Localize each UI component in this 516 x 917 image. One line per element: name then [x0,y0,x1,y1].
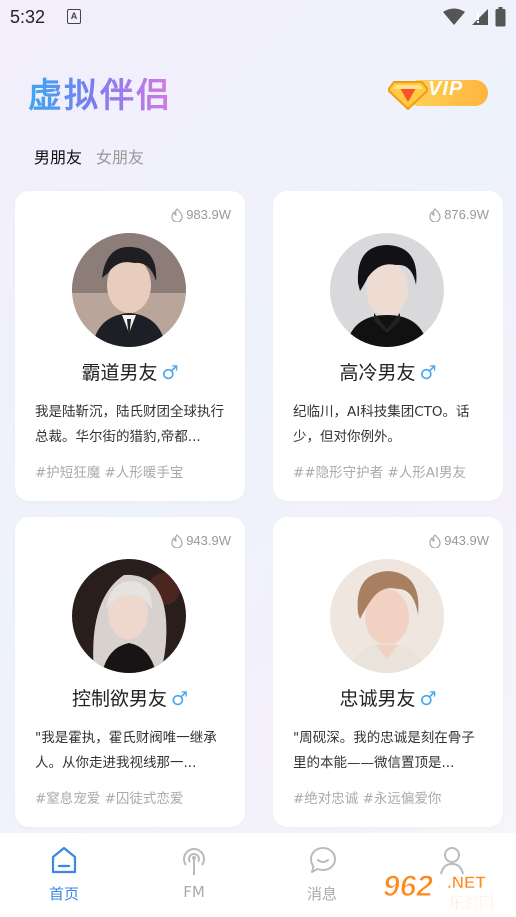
watermark-number: 962 [383,870,433,903]
tab-girlfriend[interactable]: 女朋友 [96,144,144,168]
tab-boyfriend[interactable]: 男朋友 [34,144,82,168]
battery-icon [495,7,506,27]
character-description: 纪临川，AI科技集团CTO。话少，但对你例外。 [293,404,470,445]
app-header: 虚拟伴侣 VIP [0,62,516,122]
avatar [330,233,444,347]
male-icon: ♂ [170,688,189,710]
message-icon [310,847,336,873]
character-tags: #绝对忠诚 #永远偏爱你 [293,791,442,807]
male-icon: ♂ [419,688,437,710]
male-icon: ♂ [161,362,179,384]
avatar [72,559,186,673]
character-tags: ##隐形守护者 #人形AI男友 [293,465,466,481]
flame-icon [171,207,183,222]
popularity-count: 943.9W [444,533,489,548]
site-watermark: 962 .NET 乐游网 [377,866,512,913]
vip-label: VIP [428,78,464,100]
notification-icon: A [67,9,81,24]
status-bar: 5:32 A [0,0,516,36]
app-logo: 虚拟伴侣 [28,68,172,117]
character-name: 控制欲男友 ♂ [71,688,189,710]
nav-messages-label: 消息 [306,885,337,903]
flame-icon [171,533,183,548]
signal-icon [472,9,488,25]
watermark-domain: .NET [447,873,486,892]
wifi-icon [443,8,465,25]
popularity-count: 943.9W [186,533,231,548]
nav-fm-label: FM [183,883,205,901]
avatar [330,559,444,673]
flame-icon [429,207,441,222]
character-name: 忠诚男友 ♂ [339,688,437,710]
status-icons [443,7,506,27]
flame-icon [429,533,441,548]
character-name: 高冷男友 ♂ [339,362,437,384]
nav-home-label: 首页 [48,885,79,903]
character-tags: #护短狂魔 #人形暖手宝 [35,465,184,481]
popularity: 983.9W [171,207,231,222]
character-card[interactable]: 943.9W 控制欲男友 ♂ "我是霍执，霍氏财阀唯一继承人。从你走进我视线那一.… [15,517,245,827]
avatar [72,233,186,347]
popularity-count: 983.9W [186,207,231,222]
popularity: 876.9W [429,207,489,222]
character-description: 我是陆靳沉，陆氏财团全球执行总裁。华尔街的猎豹,帝都... [35,404,224,445]
character-card[interactable]: 983.9W 霸道男友 ♂ 我是陆靳沉，陆氏财团全球执行总裁。华尔街的猎豹,帝都.… [15,191,245,501]
popularity-count: 876.9W [444,207,489,222]
watermark-site-name: 乐游网 [449,894,494,912]
popularity: 943.9W [171,533,231,548]
character-name: 霸道男友 ♂ [81,362,179,384]
character-description: "周砚深。我的忠诚是刻在骨子里的本能——微信置顶是... [293,730,475,771]
diamond-icon [388,81,428,110]
status-time: 5:32 [10,7,46,27]
category-tabs: 男朋友 女朋友 [34,144,144,168]
character-card[interactable]: 876.9W 高冷男友 ♂ 纪临川，AI科技集团CTO。话少，但对你例外。 ##隐… [273,191,503,501]
radio-icon [183,848,205,875]
male-icon: ♂ [419,362,437,384]
vip-button[interactable]: VIP [388,76,488,110]
character-card[interactable]: 943.9W 忠诚男友 ♂ "周砚深。我的忠诚是刻在骨子里的本能——微信置顶是..… [273,517,503,827]
character-description: "我是霍执，霍氏财阀唯一继承人。从你走进我视线那一... [35,730,217,771]
popularity: 943.9W [429,533,489,548]
home-icon [51,846,77,874]
character-tags: #窒息宠爱 #囚徒式恋爱 [35,791,184,807]
